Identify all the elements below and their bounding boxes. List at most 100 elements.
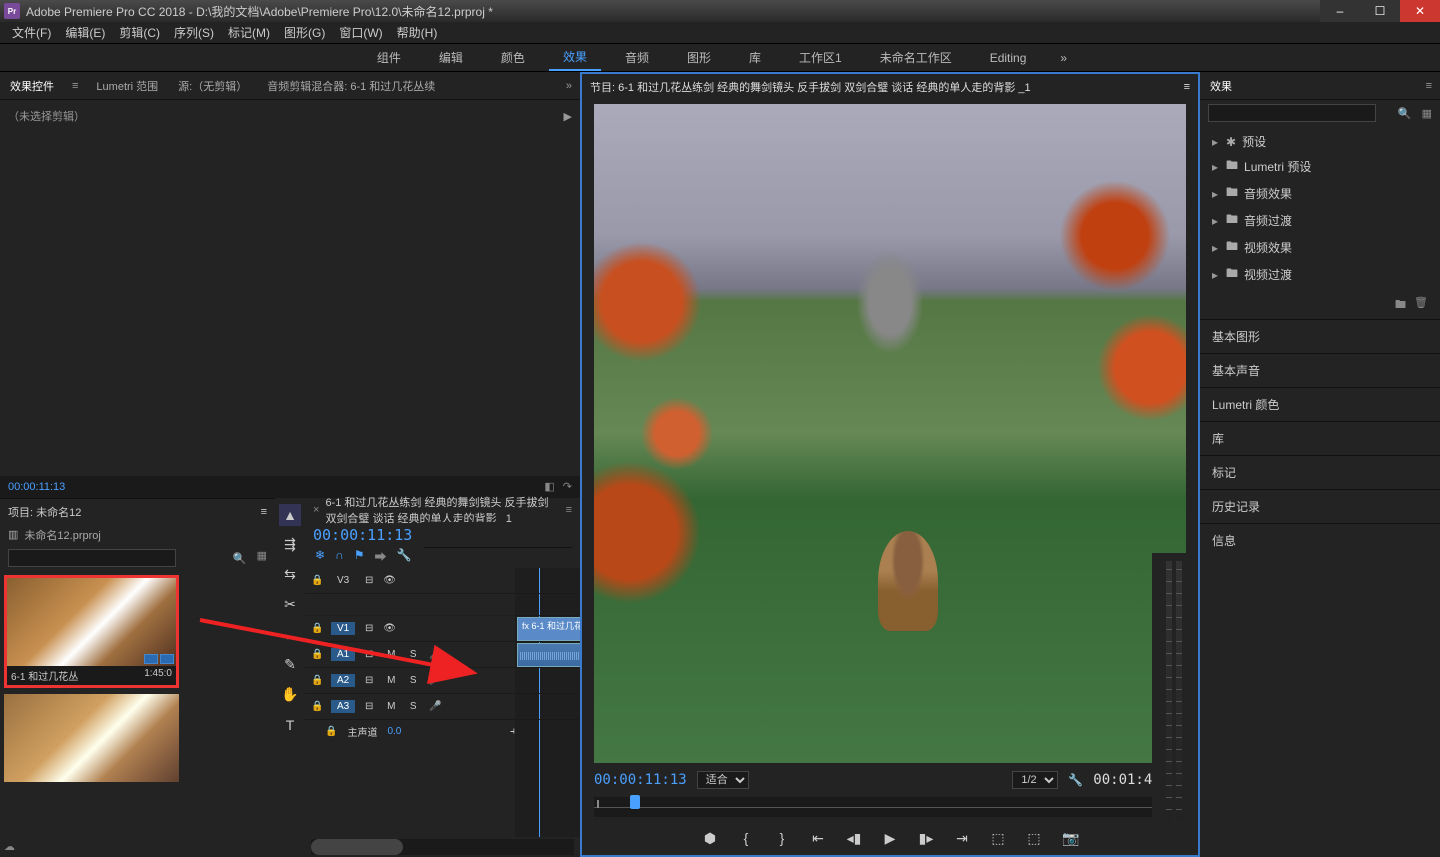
effects-panel-menu-icon[interactable]: ≡ (1426, 80, 1432, 92)
window-maximize-button[interactable]: ☐ (1360, 0, 1400, 22)
scrubber-playhead[interactable] (630, 795, 640, 809)
go-to-out-button[interactable]: ⇥ (954, 830, 970, 847)
program-video-preview[interactable] (594, 104, 1186, 763)
mute-toggle[interactable]: M (383, 649, 399, 660)
menu-file[interactable]: 文件(F) (6, 24, 57, 41)
track-header-v1[interactable]: 🔒 V1 ⊟ 👁 (305, 616, 515, 642)
sync-lock-icon[interactable]: ⊟ (361, 623, 377, 634)
step-fwd-button[interactable]: ▮▸ (918, 830, 934, 847)
timeline-wrench-icon[interactable]: 🔧 (396, 548, 411, 568)
lane-a2[interactable] (515, 668, 580, 694)
window-minimize-button[interactable]: – (1320, 0, 1360, 22)
lane-v3[interactable] (515, 568, 580, 594)
voiceover-icon[interactable]: 🎤 (427, 675, 443, 686)
voiceover-icon[interactable]: 🎤 (427, 649, 443, 660)
mark-in-button[interactable]: { (738, 830, 754, 846)
menu-marker[interactable]: 标记(M) (222, 24, 276, 41)
effect-controls-menu-icon[interactable]: ≡ (72, 80, 78, 92)
panel-history[interactable]: 历史记录 (1200, 489, 1440, 523)
project-clip-2[interactable] (4, 694, 179, 782)
clip-a1[interactable] (517, 643, 580, 667)
tool-track-select[interactable]: ⇶ (279, 534, 301, 556)
sync-status-icon[interactable]: ☁ (4, 840, 15, 853)
effects-search-input[interactable] (1208, 104, 1376, 122)
project-panel-tab[interactable]: 项目: 未命名12 (8, 504, 81, 520)
track-header-a1[interactable]: 🔒 A1 ⊟ M S 🎤 (305, 642, 515, 668)
mute-toggle[interactable]: M (383, 701, 399, 712)
master-db-value[interactable]: 0.0 (387, 726, 401, 737)
effects-folder-audio-trans[interactable]: ▸🖿音频过渡 (1200, 207, 1440, 234)
track-label[interactable]: V3 (331, 574, 355, 587)
track-header-a3[interactable]: 🔒 A3 ⊟ M S 🎤 (305, 694, 515, 720)
track-label[interactable]: V1 (331, 622, 355, 635)
timeline-ruler[interactable]: :00:00 00:05:00:00 (424, 522, 572, 548)
workspace-more-button[interactable]: » (1050, 47, 1077, 69)
solo-toggle[interactable]: S (405, 675, 421, 686)
effects-folder-presets[interactable]: ▸✱预设 (1200, 130, 1440, 153)
project-filter-icon[interactable]: ▦ (257, 549, 267, 567)
timeline-scrollbar[interactable] (311, 839, 574, 855)
effects-folder-audio-fx[interactable]: ▸🖿音频效果 (1200, 180, 1440, 207)
program-menu-icon[interactable]: ≡ (1184, 81, 1190, 93)
menu-sequence[interactable]: 序列(S) (168, 24, 220, 41)
workspace-tab-effects[interactable]: 效果 (549, 44, 601, 71)
timeline-settings-icon[interactable]: ⮕ (374, 548, 386, 568)
audio-meters[interactable] (1152, 553, 1196, 853)
sync-lock-icon[interactable]: ⊟ (361, 649, 377, 660)
panel-lumetri-color[interactable]: Lumetri 颜色 (1200, 387, 1440, 421)
workspace-tab-color[interactable]: 颜色 (487, 45, 539, 70)
toggle-output-icon[interactable]: 👁 (383, 623, 396, 634)
lift-button[interactable]: ⬚ (990, 830, 1006, 847)
tab-audio-clip-mixer[interactable]: 音频剪辑混合器: 6-1 和过几花丛续 (265, 78, 437, 94)
source-insert-icon[interactable]: ◧ (544, 480, 554, 493)
sync-lock-icon[interactable]: ⊟ (361, 575, 377, 586)
tool-ripple[interactable]: ⇆ (279, 564, 301, 586)
export-frame-button[interactable]: 📷 (1062, 830, 1078, 847)
track-label[interactable]: A3 (331, 700, 355, 713)
tool-slip[interactable]: ↔ (279, 624, 301, 646)
lock-icon[interactable]: 🔒 (311, 575, 325, 586)
source-panel-more-button[interactable]: » (566, 80, 572, 92)
solo-toggle[interactable]: S (405, 701, 421, 712)
workspace-tab-ws1[interactable]: 工作区1 (785, 45, 856, 70)
toggle-output-icon[interactable]: 👁 (383, 575, 396, 586)
track-label[interactable]: A2 (331, 674, 355, 687)
workspace-tab-editing[interactable]: 编辑 (425, 45, 477, 70)
track-label[interactable]: A1 (331, 648, 355, 661)
lane-a3[interactable] (515, 694, 580, 720)
step-back-button[interactable]: ◂▮ (846, 830, 862, 847)
fit-dropdown[interactable]: 适合 (697, 771, 749, 789)
lock-icon[interactable]: 🔒 (311, 649, 325, 660)
effect-controls-collapse-icon[interactable]: ▶ (564, 110, 572, 123)
panel-info[interactable]: 信息 (1200, 523, 1440, 557)
track-header-v2[interactable] (305, 594, 515, 616)
tab-source-noclip[interactable]: 源:（无剪辑） (176, 78, 249, 94)
play-button[interactable]: ▶ (882, 830, 898, 847)
mute-toggle[interactable]: M (383, 675, 399, 686)
project-panel-menu-icon[interactable]: ≡ (261, 506, 267, 518)
effects-folder-lumetri[interactable]: ▸🖿Lumetri 预设 (1200, 153, 1440, 180)
timeline-tracks[interactable]: fx 6-1 和过几花丛 (515, 568, 580, 838)
program-scrubber[interactable] (594, 797, 1186, 817)
sync-lock-icon[interactable]: ⊟ (361, 701, 377, 712)
sequence-menu-icon[interactable]: ≡ (566, 504, 572, 516)
new-bin-icon[interactable]: ▦ (1422, 107, 1432, 120)
track-header-a2[interactable]: 🔒 A2 ⊟ M S 🎤 (305, 668, 515, 694)
lock-icon[interactable]: 🔒 (311, 623, 325, 634)
mark-out-button[interactable]: } (774, 830, 790, 846)
timeline-timecode[interactable]: 00:00:11:13 (313, 526, 412, 544)
lane-v2[interactable] (515, 594, 580, 616)
program-title[interactable]: 节目: 6-1 和过几花丛练剑 经典的舞剑镜头 反手拔剑 双剑合璧 谈话 经典的… (590, 79, 1031, 95)
panel-markers[interactable]: 标记 (1200, 455, 1440, 489)
add-marker-button[interactable]: ⬢ (702, 830, 718, 847)
add-marker-icon[interactable]: ⚑ (354, 548, 365, 568)
tab-effect-controls[interactable]: 效果控件 (8, 78, 56, 94)
project-clip-1[interactable]: 6-1 和过几花丛 1:45:0 (4, 575, 179, 688)
linked-selection-icon[interactable]: ∩ (335, 548, 344, 568)
lock-icon[interactable]: 🔒 (311, 701, 325, 712)
solo-toggle[interactable]: S (405, 649, 421, 660)
lock-icon[interactable]: 🔒 (325, 726, 337, 737)
tool-type[interactable]: T (279, 714, 301, 736)
sequence-close-icon[interactable]: × (313, 504, 319, 516)
effects-folder-video-fx[interactable]: ▸🖿视频效果 (1200, 234, 1440, 261)
